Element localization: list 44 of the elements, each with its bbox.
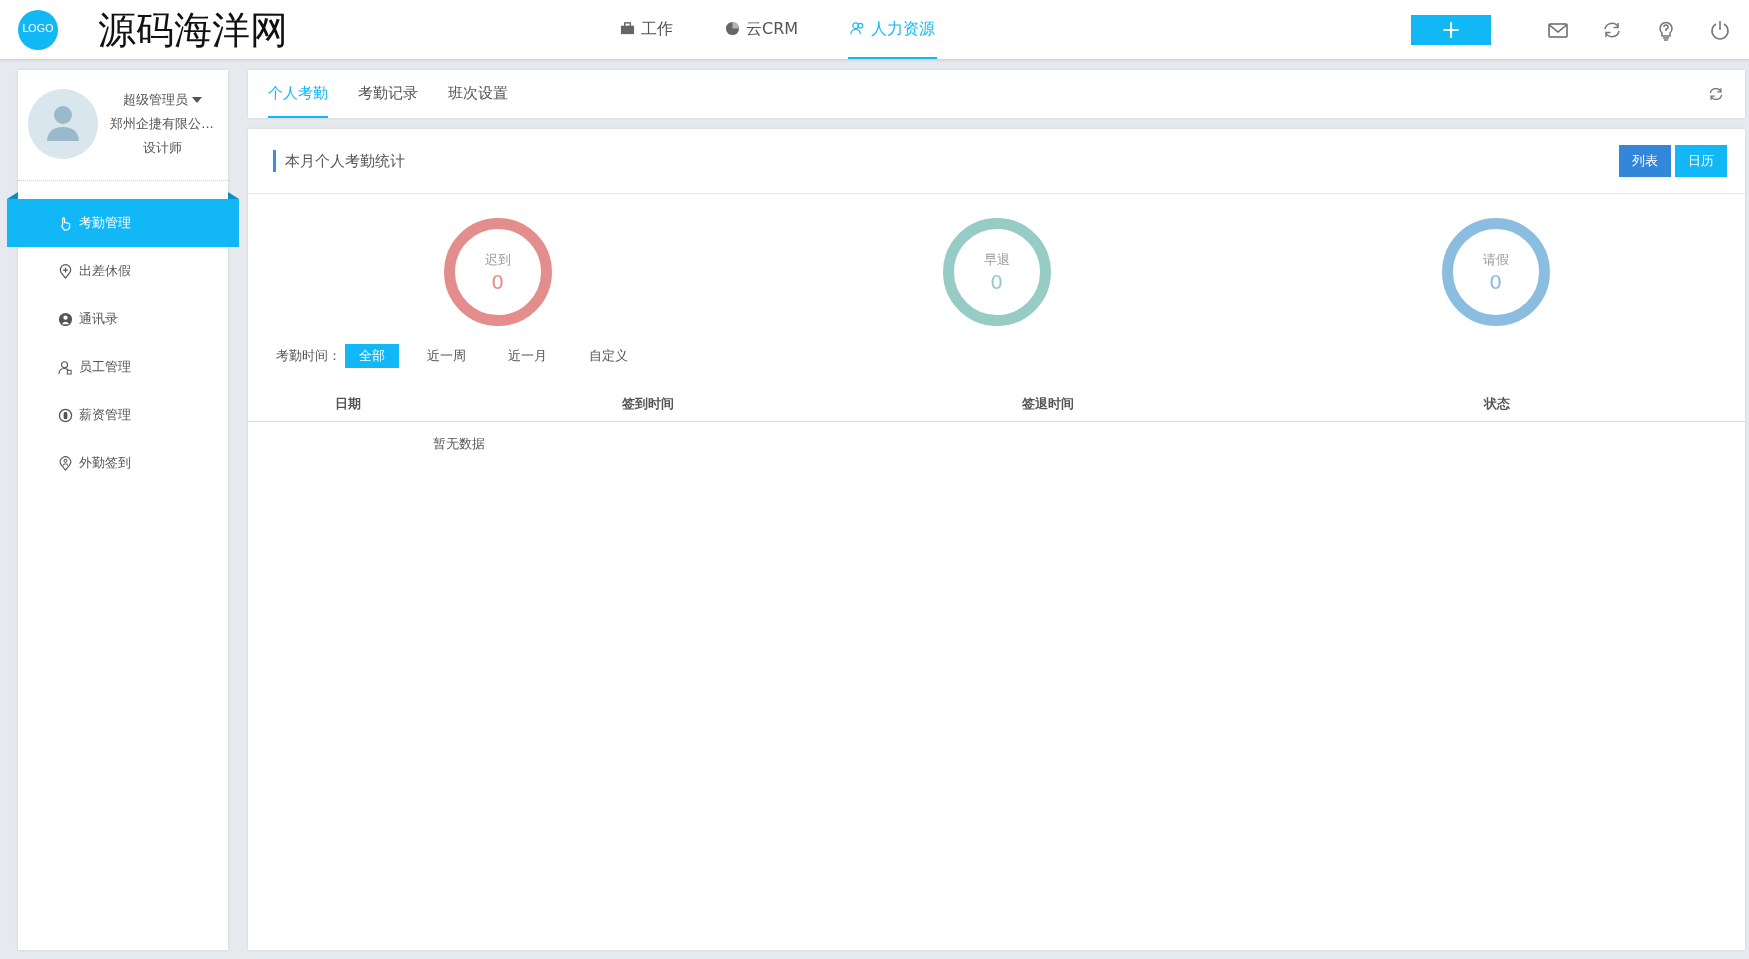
filter-option[interactable]: 自定义 (575, 344, 642, 368)
stat-label: 迟到 (484, 251, 511, 270)
empty-message: 暂无数据 (432, 435, 486, 453)
coin-icon (58, 407, 73, 423)
view-toggle-button[interactable]: 列表 (1619, 145, 1671, 177)
briefcase-icon (620, 21, 635, 36)
hand-icon (58, 215, 73, 231)
stat-label: 请假 (1482, 251, 1509, 270)
stat-value: 0 (491, 269, 504, 294)
user-icon (58, 359, 73, 375)
stat-value: 0 (990, 269, 1003, 294)
avatar (28, 89, 98, 159)
stat-value: 0 (1489, 269, 1502, 294)
filter-option[interactable]: 近一月 (494, 344, 561, 368)
sidebar-item[interactable]: 通讯录 (18, 295, 228, 343)
refresh-icon[interactable] (1707, 85, 1725, 103)
logo: LOGO (18, 9, 58, 50)
site-title: 源码海洋网 (98, 10, 288, 49)
sidebar-item[interactable]: 外勤签到 (18, 439, 228, 487)
location-pin-icon (58, 455, 73, 471)
stat-label: 早退 (983, 251, 1010, 270)
user-role[interactable]: 超级管理员 (122, 88, 188, 112)
column-header: 签到时间 (621, 394, 675, 413)
column-header: 日期 (334, 394, 362, 413)
column-header: 签退时间 (1021, 394, 1075, 413)
sidebar-item[interactable]: 出差休假 (18, 247, 228, 295)
filter-label: 考勤时间： (276, 347, 341, 366)
person-circle-icon (58, 311, 73, 327)
power-icon[interactable] (1709, 18, 1731, 41)
nav-tab[interactable]: 工作 (618, 0, 675, 59)
people-icon (850, 21, 866, 36)
column-header: 状态 (1482, 394, 1511, 413)
caret-icon[interactable] (191, 97, 202, 103)
panel-title: 本月个人考勤统计 (273, 150, 405, 172)
location-pin-icon (58, 263, 73, 279)
company-name: 郑州企捷有限公... (109, 115, 215, 133)
sidebar-item[interactable]: 员工管理 (18, 343, 228, 391)
page-tab[interactable]: 考勤记录 (358, 70, 418, 118)
sidebar-item[interactable]: 薪资管理 (18, 391, 228, 439)
job-title: 设计师 (141, 139, 183, 157)
nav-tab[interactable]: 云CRM (723, 0, 801, 59)
pie-chart-icon (725, 21, 740, 36)
filter-option[interactable]: 近一周 (413, 344, 480, 368)
page-tab[interactable]: 班次设置 (448, 70, 508, 118)
